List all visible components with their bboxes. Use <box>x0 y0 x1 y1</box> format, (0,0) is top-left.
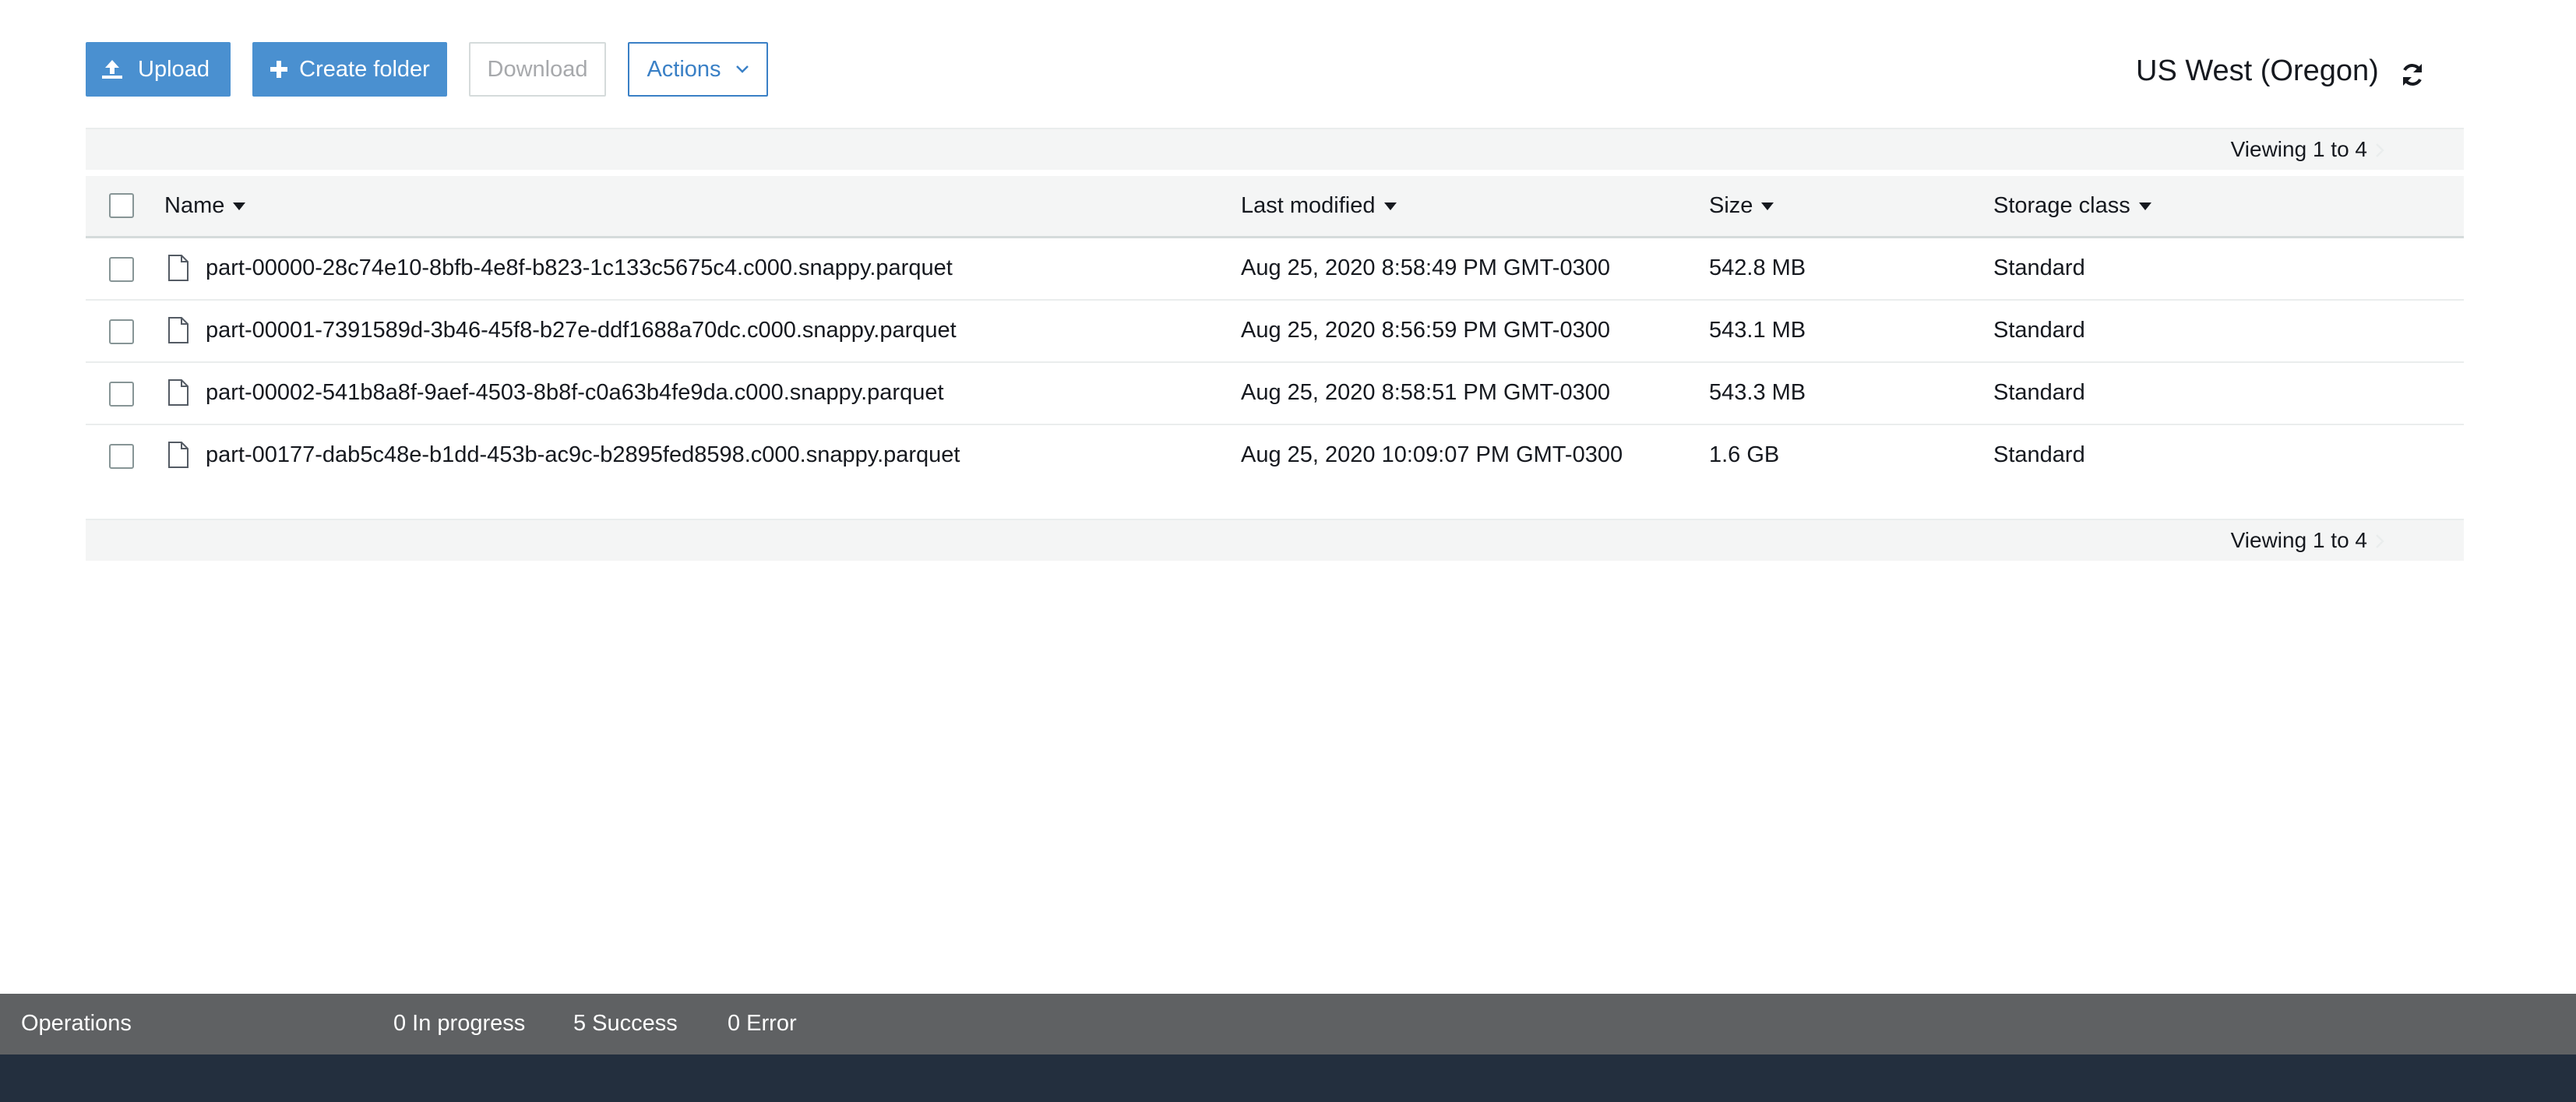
file-name-link[interactable]: part-00177-dab5c48e-b1dd-453b-ac9c-b2895… <box>206 442 960 468</box>
last-modified-cell: Aug 25, 2020 10:09:07 PM GMT-0300 <box>1241 442 1623 467</box>
table-row[interactable]: part-00000-28c74e10-8bfb-4e8f-b823-1c133… <box>86 238 2464 301</box>
console-footer <box>0 1054 2576 1102</box>
operations-error[interactable]: 0 Error <box>728 1011 797 1037</box>
storage-class-cell: Standard <box>1993 255 2085 280</box>
pagination-top: Viewing 1 to 4 <box>86 128 2464 170</box>
file-icon <box>168 255 189 281</box>
chevron-right-icon[interactable] <box>2373 142 2386 159</box>
file-icon <box>168 379 189 406</box>
column-header-storage-class[interactable]: Storage class <box>1993 193 2152 219</box>
operations-in-progress[interactable]: 0 In progress <box>393 1011 525 1037</box>
file-name-link[interactable]: part-00000-28c74e10-8bfb-4e8f-b823-1c133… <box>206 255 953 281</box>
chevron-down-icon <box>735 65 749 74</box>
storage-class-cell: Standard <box>1993 442 2085 467</box>
operations-bar[interactable]: Operations 0 In progress 5 Success 0 Err… <box>0 994 2576 1054</box>
refresh-icon[interactable] <box>2398 61 2426 89</box>
caret-down-icon <box>1383 202 1397 210</box>
table-header: Name Last modified Size Storage class <box>86 176 2464 238</box>
row-checkbox[interactable] <box>109 382 134 407</box>
caret-down-icon <box>1761 202 1774 210</box>
size-cell: 543.1 MB <box>1709 318 1806 343</box>
upload-button-label: Upload <box>138 56 210 82</box>
table-row[interactable]: part-00001-7391589d-3b46-45f8-b27e-ddf16… <box>86 301 2464 363</box>
row-checkbox[interactable] <box>109 319 134 344</box>
actions-button-label: Actions <box>647 56 721 82</box>
last-modified-cell: Aug 25, 2020 8:58:49 PM GMT-0300 <box>1241 255 1610 280</box>
operations-title[interactable]: Operations <box>21 1011 132 1037</box>
table-row[interactable]: part-00002-541b8a8f-9aef-4503-8b8f-c0a63… <box>86 363 2464 425</box>
operations-success[interactable]: 5 Success <box>573 1011 678 1037</box>
last-modified-cell: Aug 25, 2020 8:56:59 PM GMT-0300 <box>1241 318 1610 343</box>
file-name-link[interactable]: part-00002-541b8a8f-9aef-4503-8b8f-c0a63… <box>206 380 944 406</box>
toolbar: Upload Create folder Download Actions <box>86 42 768 97</box>
table-row[interactable]: part-00177-dab5c48e-b1dd-453b-ac9c-b2895… <box>86 425 2464 488</box>
storage-class-cell: Standard <box>1993 318 2085 343</box>
chevron-right-icon[interactable] <box>2373 533 2386 550</box>
create-folder-button[interactable]: Create folder <box>252 42 447 97</box>
size-cell: 1.6 GB <box>1709 442 1780 467</box>
caret-down-icon <box>2138 202 2151 210</box>
size-cell: 543.3 MB <box>1709 380 1806 405</box>
caret-down-icon <box>233 202 246 210</box>
column-header-storage-class-label: Storage class <box>1993 193 2130 218</box>
upload-icon <box>100 58 124 80</box>
column-header-last-modified-label: Last modified <box>1241 193 1376 218</box>
select-all-checkbox[interactable] <box>109 193 134 218</box>
download-button[interactable]: Download <box>469 42 606 97</box>
file-icon <box>168 442 189 468</box>
column-header-last-modified[interactable]: Last modified <box>1241 193 1397 219</box>
pagination-bottom: Viewing 1 to 4 <box>86 519 2464 561</box>
pagination-status: Viewing 1 to 4 <box>2230 137 2367 161</box>
last-modified-cell: Aug 25, 2020 8:58:51 PM GMT-0300 <box>1241 380 1610 405</box>
plus-icon <box>270 60 288 79</box>
upload-button[interactable]: Upload <box>86 42 231 97</box>
region-label: US West (Oregon) <box>2136 55 2379 87</box>
row-checkbox[interactable] <box>109 257 134 282</box>
file-icon <box>168 317 189 343</box>
file-name-link[interactable]: part-00001-7391589d-3b46-45f8-b27e-ddf16… <box>206 318 957 343</box>
row-checkbox[interactable] <box>109 444 134 469</box>
pagination-status: Viewing 1 to 4 <box>2230 528 2367 552</box>
storage-class-cell: Standard <box>1993 380 2085 405</box>
download-button-label: Download <box>487 56 588 82</box>
size-cell: 542.8 MB <box>1709 255 1806 280</box>
column-header-size[interactable]: Size <box>1709 193 1774 219</box>
create-folder-button-label: Create folder <box>299 56 430 82</box>
actions-dropdown-button[interactable]: Actions <box>628 42 768 97</box>
column-header-name-label: Name <box>164 193 225 218</box>
column-header-name[interactable]: Name <box>164 193 246 219</box>
column-header-size-label: Size <box>1709 193 1753 218</box>
